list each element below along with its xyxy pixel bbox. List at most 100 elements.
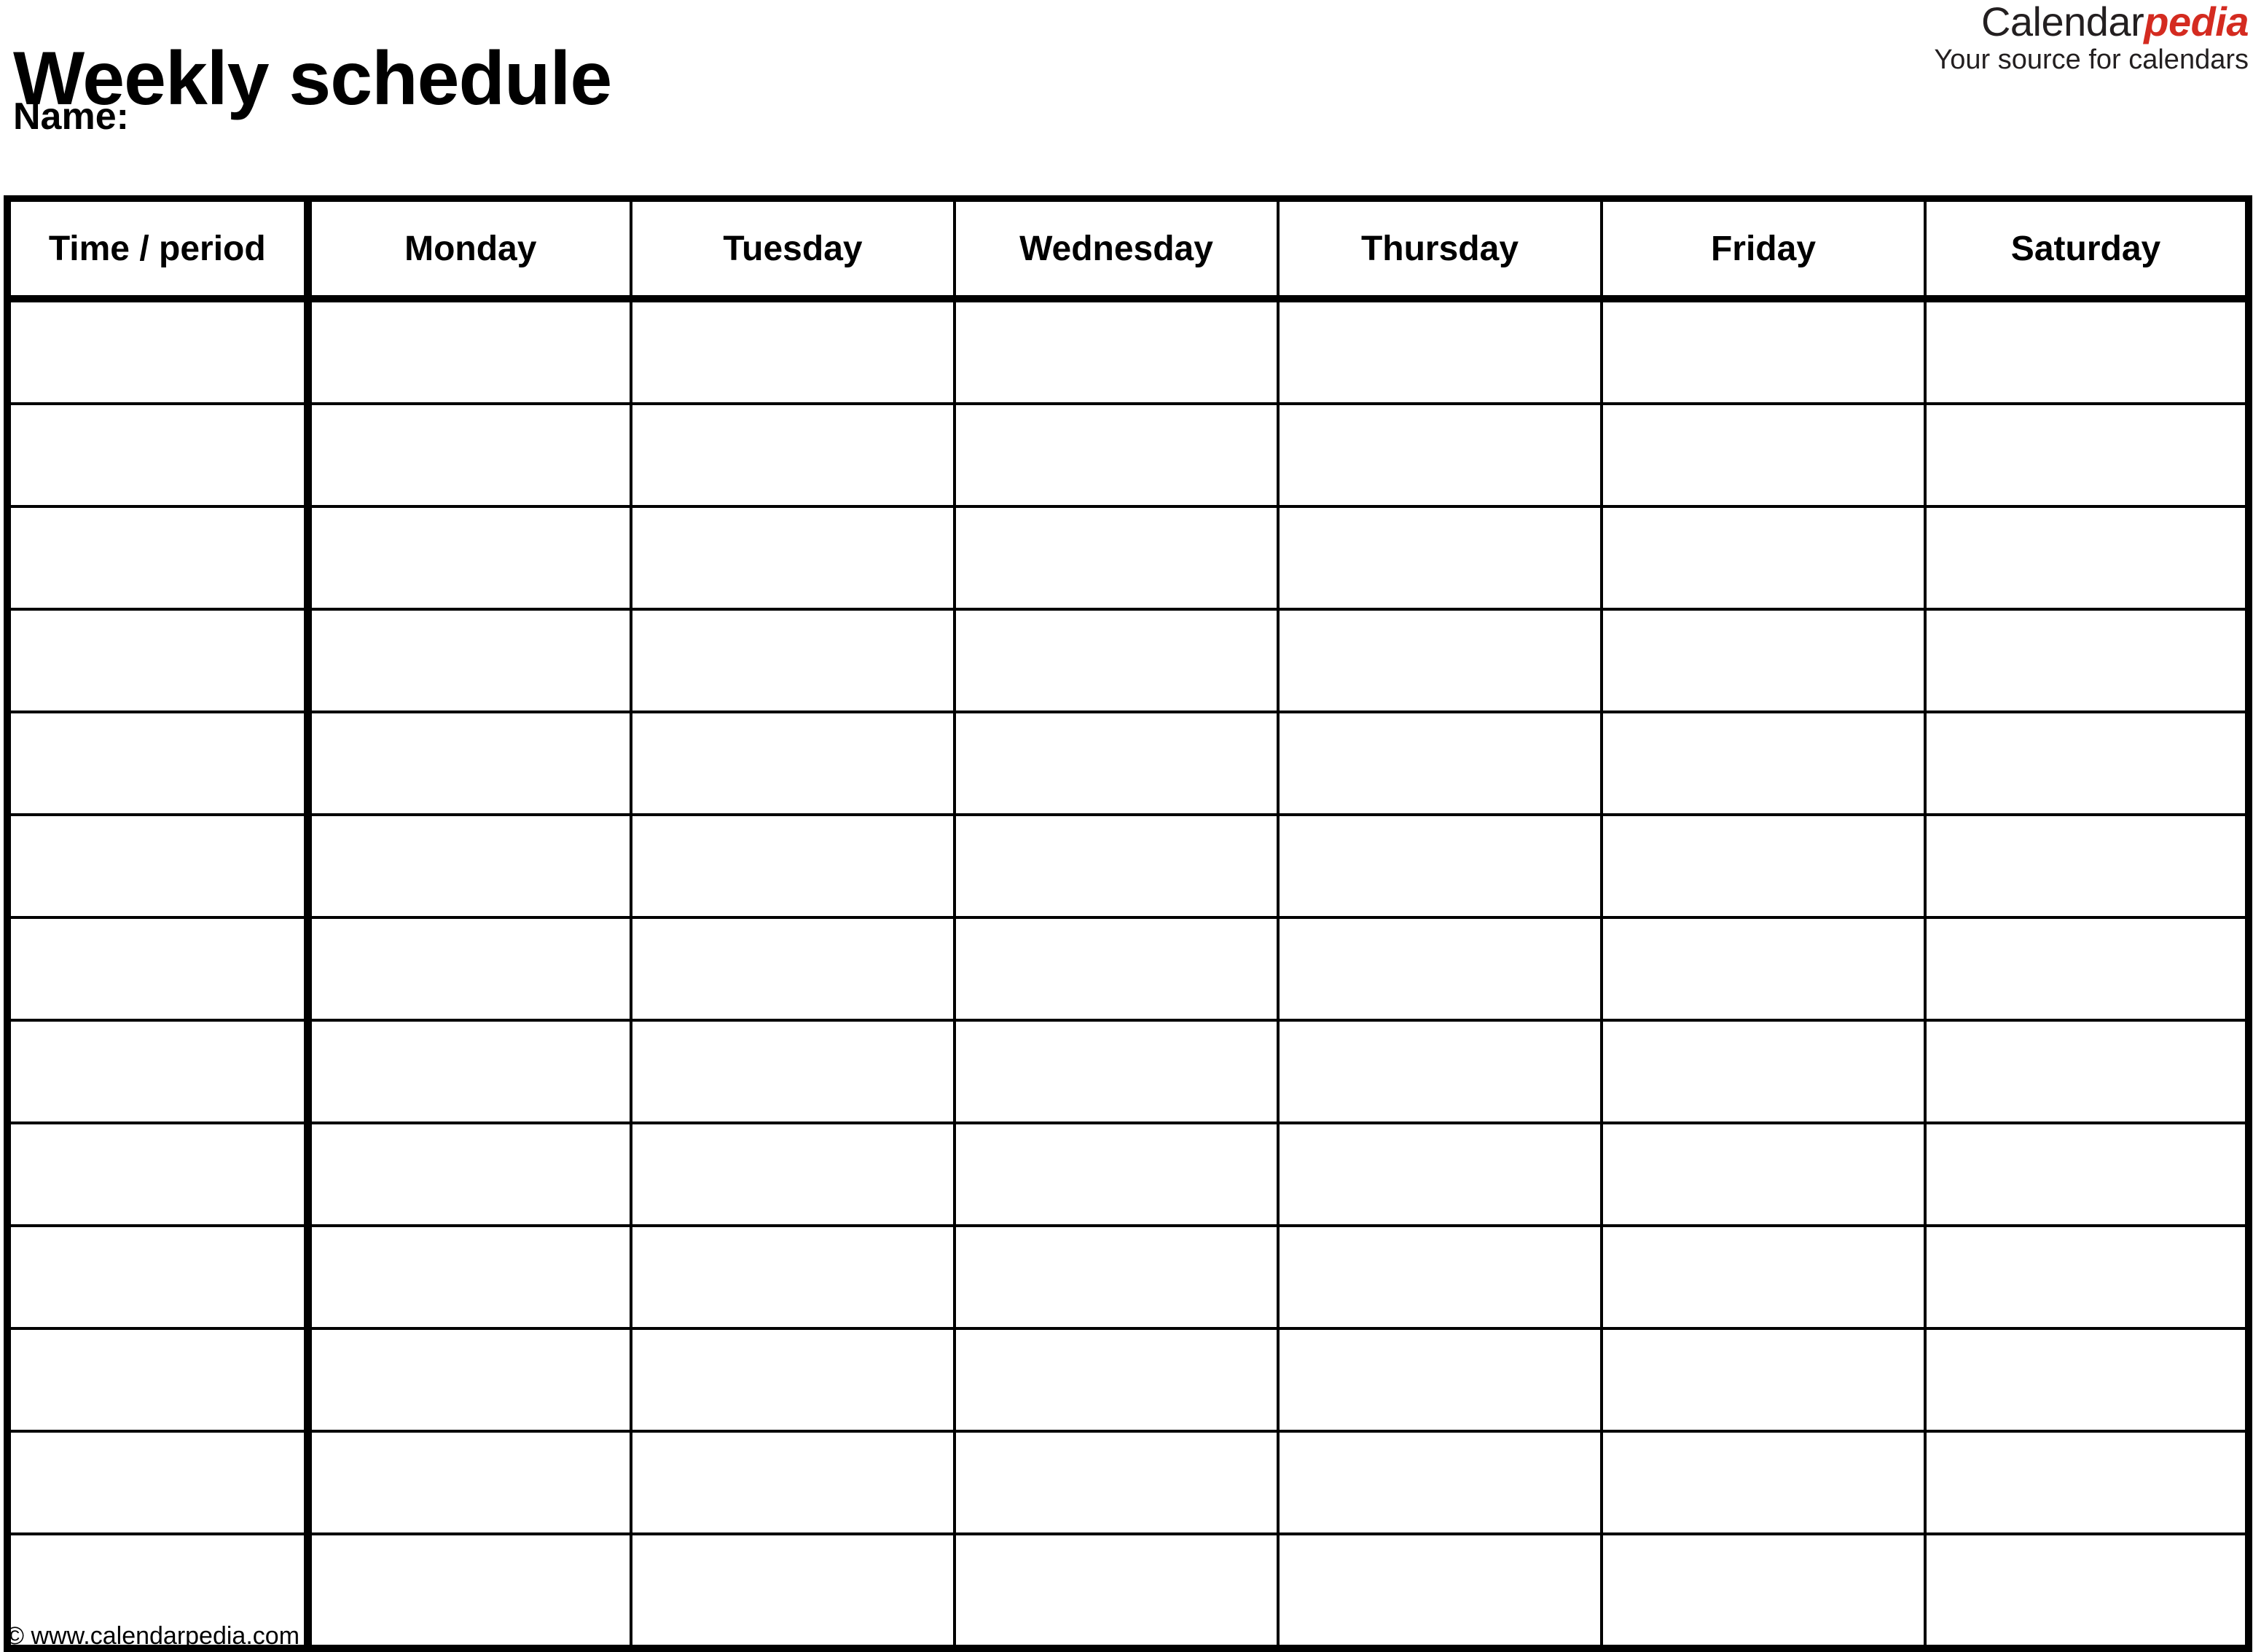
schedule-cell[interactable] [631, 404, 956, 508]
schedule-cell[interactable] [631, 299, 956, 405]
time-period-cell[interactable] [7, 917, 312, 1022]
schedule-cell[interactable] [1278, 506, 1603, 611]
schedule-cell[interactable] [955, 712, 1280, 816]
time-period-cell[interactable] [7, 712, 312, 816]
schedule-cell[interactable] [955, 1226, 1280, 1330]
schedule-cell[interactable] [1925, 299, 2249, 405]
schedule-cell[interactable] [1925, 1431, 2249, 1535]
schedule-cell[interactable] [1278, 1431, 1603, 1535]
schedule-cell[interactable] [1602, 1534, 1927, 1648]
schedule-cell[interactable] [307, 404, 632, 508]
time-period-cell[interactable] [7, 1431, 312, 1535]
schedule-cell[interactable] [631, 1328, 956, 1433]
schedule-cell[interactable] [1925, 712, 2249, 816]
schedule-cell[interactable] [1278, 299, 1603, 405]
schedule-cell[interactable] [1602, 1328, 1927, 1433]
schedule-cell[interactable] [307, 1123, 632, 1227]
schedule-cell[interactable] [1278, 1534, 1603, 1648]
schedule-cell[interactable] [631, 1534, 956, 1648]
schedule-cell[interactable] [1278, 609, 1603, 713]
schedule-cell[interactable] [955, 609, 1280, 713]
schedule-cell[interactable] [1602, 299, 1927, 405]
schedule-cell[interactable] [1925, 815, 2249, 919]
schedule-cell[interactable] [307, 1328, 632, 1433]
schedule-cell[interactable] [1602, 1123, 1927, 1227]
brand-wordmark-calendar: Calendar [1980, 0, 2144, 44]
calendarpedia-logo: Calendarpedia Your source for calendars [1934, 0, 2249, 76]
schedule-cell[interactable] [955, 1328, 1280, 1433]
schedule-cell[interactable] [1925, 1123, 2249, 1227]
schedule-cell[interactable] [1925, 609, 2249, 713]
table-row [7, 404, 2249, 508]
time-period-cell[interactable] [7, 1226, 312, 1330]
schedule-cell[interactable] [1925, 506, 2249, 611]
schedule-cell[interactable] [307, 917, 632, 1022]
schedule-cell[interactable] [1602, 815, 1927, 919]
schedule-cell[interactable] [955, 1123, 1280, 1227]
schedule-cell[interactable] [955, 404, 1280, 508]
schedule-cell[interactable] [1925, 1020, 2249, 1124]
schedule-cell[interactable] [1278, 917, 1603, 1022]
schedule-cell[interactable] [307, 1534, 632, 1648]
table-row [7, 609, 2249, 713]
schedule-cell[interactable] [955, 1431, 1280, 1535]
schedule-cell[interactable] [955, 1020, 1280, 1124]
schedule-cell[interactable] [631, 1226, 956, 1330]
time-period-cell[interactable] [7, 404, 312, 508]
schedule-cell[interactable] [307, 1226, 632, 1330]
schedule-cell[interactable] [1925, 1226, 2249, 1330]
schedule-cell[interactable] [955, 917, 1280, 1022]
schedule-cell[interactable] [307, 609, 632, 713]
time-period-cell[interactable] [7, 1328, 312, 1433]
schedule-cell[interactable] [1602, 404, 1927, 508]
schedule-cell[interactable] [307, 712, 632, 816]
schedule-cell[interactable] [1602, 917, 1927, 1022]
schedule-cell[interactable] [631, 506, 956, 611]
schedule-cell[interactable] [1602, 712, 1927, 816]
schedule-cell[interactable] [955, 299, 1280, 405]
table-row [7, 1431, 2249, 1535]
schedule-cell[interactable] [307, 299, 632, 405]
schedule-cell[interactable] [1278, 1020, 1603, 1124]
time-period-cell[interactable] [7, 609, 312, 713]
schedule-cell[interactable] [631, 1020, 956, 1124]
schedule-cell[interactable] [307, 1020, 632, 1124]
schedule-table-head: Time / period Monday Tuesday Wednesday T… [7, 198, 2249, 302]
schedule-cell[interactable] [631, 712, 956, 816]
schedule-cell[interactable] [307, 815, 632, 919]
schedule-cell[interactable] [1278, 1226, 1603, 1330]
table-row [7, 712, 2249, 816]
time-period-cell[interactable] [7, 1123, 312, 1227]
schedule-cell[interactable] [631, 1431, 956, 1535]
schedule-cell[interactable] [955, 1534, 1280, 1648]
schedule-cell[interactable] [631, 609, 956, 713]
schedule-cell[interactable] [1278, 815, 1603, 919]
schedule-cell[interactable] [307, 1431, 632, 1535]
schedule-cell[interactable] [1602, 1020, 1927, 1124]
schedule-cell[interactable] [631, 1123, 956, 1227]
schedule-cell[interactable] [631, 815, 956, 919]
schedule-cell[interactable] [955, 815, 1280, 919]
table-row [7, 815, 2249, 919]
time-period-cell[interactable] [7, 815, 312, 919]
table-row [7, 506, 2249, 611]
schedule-cell[interactable] [307, 506, 632, 611]
schedule-cell[interactable] [1925, 404, 2249, 508]
schedule-cell[interactable] [1278, 404, 1603, 508]
schedule-cell[interactable] [1602, 609, 1927, 713]
schedule-cell[interactable] [955, 506, 1280, 611]
schedule-cell[interactable] [1925, 917, 2249, 1022]
schedule-cell[interactable] [1278, 712, 1603, 816]
brand-tagline: Your source for calendars [1934, 44, 2249, 76]
time-period-cell[interactable] [7, 299, 312, 405]
schedule-cell[interactable] [1278, 1123, 1603, 1227]
schedule-cell[interactable] [1925, 1534, 2249, 1648]
schedule-cell[interactable] [1278, 1328, 1603, 1433]
time-period-cell[interactable] [7, 506, 312, 611]
schedule-cell[interactable] [1925, 1328, 2249, 1433]
time-period-cell[interactable] [7, 1020, 312, 1124]
schedule-cell[interactable] [1602, 1431, 1927, 1535]
schedule-cell[interactable] [631, 917, 956, 1022]
schedule-cell[interactable] [1602, 506, 1927, 611]
schedule-cell[interactable] [1602, 1226, 1927, 1330]
